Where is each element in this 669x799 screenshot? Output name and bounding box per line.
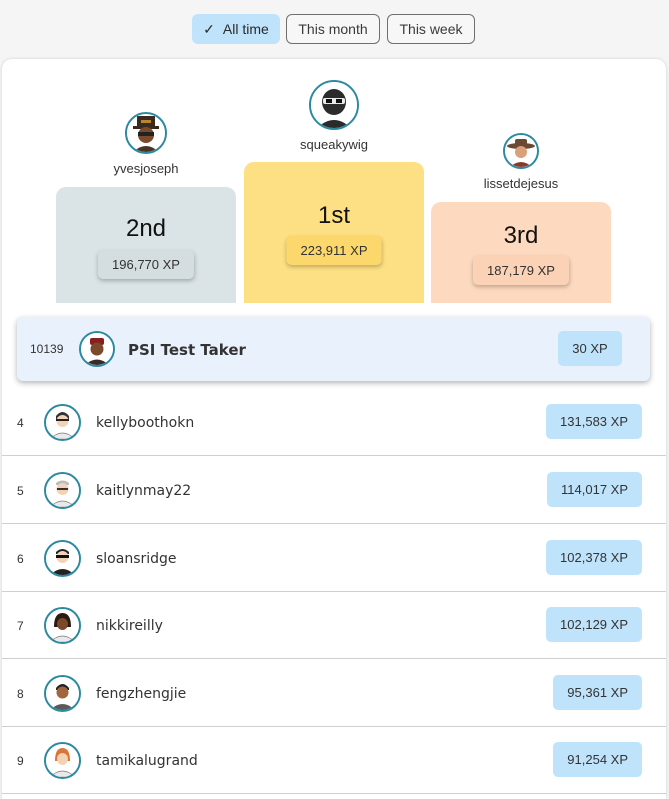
leaderboard-row[interactable]: 6 sloansridge 102,378 XP xyxy=(2,525,666,592)
row-rank: 8 xyxy=(17,686,24,701)
podium-first-xp: 223,911 XP xyxy=(286,236,382,265)
row-xp: 114,017 XP xyxy=(547,472,642,507)
ninja-avatar-icon xyxy=(309,80,359,130)
row-username: nikkireilly xyxy=(96,617,163,634)
doctor-avatar-icon xyxy=(44,404,81,441)
row-username: kaitlynmay22 xyxy=(96,482,192,499)
filter-this-week-label: This week xyxy=(399,21,463,37)
doctor-avatar-icon xyxy=(44,472,81,509)
professional-avatar-icon xyxy=(44,675,81,712)
podium-first-user[interactable]: squeakywig xyxy=(294,80,374,152)
row-rank: 6 xyxy=(17,551,24,566)
row-rank: 4 xyxy=(17,415,24,430)
time-filter-bar: ✓ All time This month This week xyxy=(0,14,669,44)
current-user-name: PSI Test Taker xyxy=(128,341,246,359)
row-rank: 9 xyxy=(17,753,24,768)
agent-avatar-icon xyxy=(44,540,81,577)
row-xp: 102,129 XP xyxy=(546,607,642,642)
doctor-avatar-icon xyxy=(44,607,81,644)
podium-third-place: 3rd 187,179 XP xyxy=(431,202,611,303)
filter-this-month-label: This month xyxy=(298,21,368,37)
filter-this-month[interactable]: This month xyxy=(286,14,380,44)
podium-second-user[interactable]: yvesjoseph xyxy=(106,112,186,176)
doctor-avatar-icon xyxy=(44,742,81,779)
current-user-xp: 30 XP xyxy=(558,331,622,366)
check-icon: ✓ xyxy=(203,20,215,37)
podium-first-username: squeakywig xyxy=(300,137,368,152)
filter-all-time[interactable]: ✓ All time xyxy=(192,14,280,44)
leaderboard-row[interactable]: 8 fengzhengjie 95,361 XP xyxy=(2,660,666,727)
row-xp: 95,361 XP xyxy=(553,675,642,710)
podium-second-xp: 196,770 XP xyxy=(98,250,194,279)
podium-first-rank: 1st xyxy=(317,202,350,229)
row-rank: 7 xyxy=(17,618,24,633)
steampunk-avatar-icon xyxy=(125,112,167,154)
podium-second-rank: 2nd xyxy=(125,215,167,242)
cowboy-avatar-icon xyxy=(503,133,539,169)
leaderboard-card: yvesjoseph squeakywig lissetdejesus 2nd … xyxy=(2,59,666,799)
filter-all-time-label: All time xyxy=(222,21,269,37)
leaderboard-row[interactable]: 7 nikkireilly 102,129 XP xyxy=(2,592,666,659)
row-xp: 102,378 XP xyxy=(546,540,642,575)
podium-second-username: yvesjoseph xyxy=(113,161,179,176)
row-username: tamikalugrand xyxy=(96,752,198,769)
current-user-rank: 10139 xyxy=(30,342,64,356)
leaderboard-row[interactable]: 5 kaitlynmay22 114,017 XP xyxy=(2,457,666,524)
podium-third-rank: 3rd xyxy=(503,222,539,249)
podium-first-place: 1st 223,911 XP xyxy=(244,162,424,303)
row-xp: 91,254 XP xyxy=(553,742,642,777)
row-xp: 131,583 XP xyxy=(546,404,642,439)
leaderboard-row[interactable]: 9 tamikalugrand 91,254 XP xyxy=(2,727,666,794)
podium-second-place: 2nd 196,770 XP xyxy=(56,187,236,303)
podium-third-username: lissetdejesus xyxy=(483,176,559,191)
podium-third-xp: 187,179 XP xyxy=(473,256,569,285)
filter-this-week[interactable]: This week xyxy=(387,14,475,44)
leaderboard-row[interactable]: 4 kellyboothokn 131,583 XP xyxy=(2,389,666,456)
row-username: sloansridge xyxy=(96,550,177,567)
row-username: kellyboothokn xyxy=(96,414,195,431)
user-avatar-icon xyxy=(79,331,115,367)
row-rank: 5 xyxy=(17,483,24,498)
podium-third-user[interactable]: lissetdejesus xyxy=(476,133,566,191)
row-username: fengzhengjie xyxy=(96,685,187,702)
current-user-row[interactable]: 10139 PSI Test Taker 30 XP xyxy=(17,317,650,381)
